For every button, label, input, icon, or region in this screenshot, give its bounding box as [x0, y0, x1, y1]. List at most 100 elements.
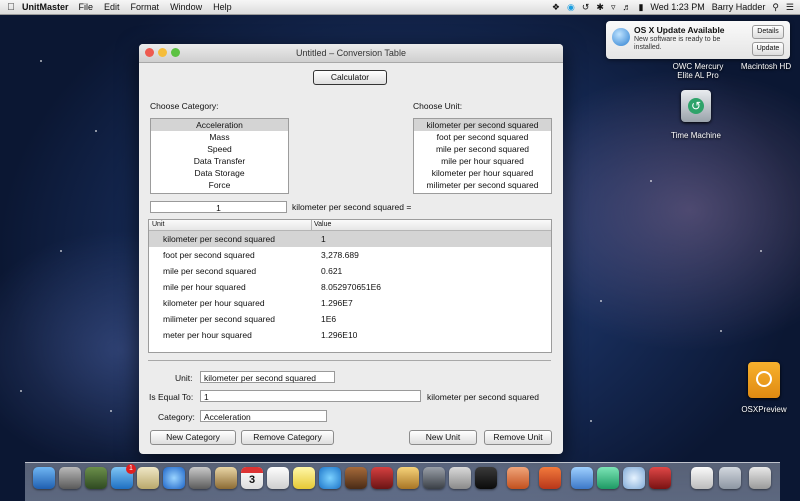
- category-item[interactable]: Mass: [151, 131, 288, 143]
- menu-clock[interactable]: Wed 1:23 PM: [650, 2, 704, 12]
- unit-item[interactable]: foot per second squared: [414, 131, 551, 143]
- mission-control-icon[interactable]: [85, 467, 107, 489]
- trash-icon[interactable]: [749, 467, 771, 489]
- photo-booth-icon[interactable]: [371, 467, 393, 489]
- contacts-icon[interactable]: [215, 467, 237, 489]
- column-header-value[interactable]: Value: [314, 221, 331, 228]
- system-preferences-icon[interactable]: [137, 467, 159, 489]
- menu-edit[interactable]: Edit: [104, 2, 120, 12]
- twitter-icon[interactable]: [623, 467, 645, 489]
- remove-unit-button[interactable]: Remove Unit: [484, 430, 552, 445]
- update-notification[interactable]: OS X Update Available New software is re…: [606, 21, 790, 59]
- menu-window[interactable]: Window: [170, 2, 202, 12]
- skype-icon[interactable]: ◉: [567, 2, 575, 13]
- terminal-icon[interactable]: [475, 467, 497, 489]
- minimize-button[interactable]: [158, 48, 167, 57]
- battery-icon[interactable]: ▮: [638, 2, 643, 13]
- maps-icon[interactable]: [597, 467, 619, 489]
- screen-sharing-icon[interactable]: [507, 467, 529, 489]
- table-row[interactable]: milimeter per second squared 1E6: [149, 311, 551, 327]
- apple-menu-icon[interactable]: : [0, 2, 22, 13]
- remove-category-button[interactable]: Remove Category: [241, 430, 334, 445]
- unit-item[interactable]: mile per second squared: [414, 143, 551, 155]
- menu-app-name[interactable]: UnitMaster: [22, 2, 69, 12]
- dropbox-icon[interactable]: ❖: [552, 2, 560, 13]
- safari-icon[interactable]: [163, 467, 185, 489]
- table-row[interactable]: mile per hour squared 8.052970651E6: [149, 279, 551, 295]
- window-title: Untitled – Conversion Table: [296, 48, 406, 58]
- close-button[interactable]: [145, 48, 154, 57]
- time-machine-icon[interactable]: ↺: [582, 2, 590, 13]
- calendar-icon[interactable]: 3: [241, 467, 263, 489]
- downloads-folder-icon[interactable]: [719, 467, 741, 489]
- preview-icon[interactable]: [449, 467, 471, 489]
- menu-bar:  UnitMaster File Edit Format Window Hel…: [0, 0, 800, 15]
- category-item[interactable]: Speed: [151, 143, 288, 155]
- unit-item[interactable]: kilometer per hour squared: [414, 167, 551, 179]
- spotlight-icon[interactable]: ⚲: [772, 2, 779, 13]
- category-item[interactable]: Data Storage: [151, 167, 288, 179]
- launchpad-icon[interactable]: [59, 467, 81, 489]
- bluetooth-icon[interactable]: ✱: [596, 2, 604, 13]
- unit-name-field[interactable]: kilometer per second squared: [200, 371, 335, 383]
- row-value: 3,278.689: [321, 250, 359, 260]
- desktop-icon-macintosh-hd-label[interactable]: Macintosh HD: [734, 62, 798, 71]
- new-category-button[interactable]: New Category: [150, 430, 236, 445]
- category-list[interactable]: Acceleration Mass Speed Data Transfer Da…: [150, 118, 289, 194]
- row-value: 0.621: [321, 266, 343, 276]
- input-value-field[interactable]: 1: [150, 201, 287, 213]
- utility-icon[interactable]: [423, 467, 445, 489]
- osxpreview-drive-icon[interactable]: [748, 362, 780, 398]
- messages-icon[interactable]: [571, 467, 593, 489]
- zoom-button[interactable]: [171, 48, 180, 57]
- unit-list[interactable]: kilometer per second squared foot per se…: [413, 118, 552, 194]
- pdf-document-icon[interactable]: [691, 467, 713, 489]
- table-row[interactable]: kilometer per second squared 1: [149, 231, 551, 247]
- reminders-icon[interactable]: [267, 467, 289, 489]
- unit-item[interactable]: milimeter per second squared: [414, 179, 551, 191]
- iphoto-icon[interactable]: [397, 467, 419, 489]
- app-store-dock-icon[interactable]: 1: [111, 464, 136, 489]
- facetime-icon[interactable]: [189, 467, 211, 489]
- menu-format[interactable]: Format: [131, 2, 160, 12]
- wifi-icon[interactable]: ▿: [611, 2, 616, 13]
- column-header-unit[interactable]: Unit: [152, 221, 164, 228]
- desktop-icon-time-machine-label[interactable]: Time Machine: [662, 131, 730, 140]
- desktop-icon-owc-label[interactable]: OWC Mercury Elite AL Pro: [668, 62, 728, 80]
- unit-item[interactable]: kilometer per second squared: [414, 119, 551, 131]
- notification-center-icon[interactable]: ☰: [786, 2, 794, 13]
- category-name-field[interactable]: Acceleration: [200, 410, 327, 422]
- category-item[interactable]: Data Transfer: [151, 155, 288, 167]
- equal-value-field[interactable]: 1: [200, 390, 421, 402]
- notes-icon[interactable]: [293, 467, 315, 489]
- calendar-day: 3: [248, 474, 256, 486]
- category-item[interactable]: Force: [151, 179, 288, 191]
- details-button[interactable]: Details: [752, 25, 784, 39]
- unit-item[interactable]: mile per hour squared: [414, 155, 551, 167]
- category-item[interactable]: Acceleration: [151, 119, 288, 131]
- menu-help[interactable]: Help: [213, 2, 232, 12]
- calculator-button[interactable]: Calculator: [313, 70, 387, 85]
- table-row[interactable]: mile per second squared 0.621: [149, 263, 551, 279]
- choose-unit-label: Choose Unit:: [413, 101, 463, 111]
- itunes-icon[interactable]: [319, 467, 341, 489]
- desktop-icon-osxpreview-label[interactable]: OSXPreview: [732, 405, 796, 414]
- app-store-badge: 1: [126, 464, 136, 474]
- keynote-icon[interactable]: [539, 467, 561, 489]
- window-titlebar[interactable]: Untitled – Conversion Table: [139, 44, 563, 63]
- finder-icon[interactable]: [33, 467, 55, 489]
- menu-file[interactable]: File: [79, 2, 94, 12]
- new-unit-button[interactable]: New Unit: [409, 430, 477, 445]
- volume-icon[interactable]: ♬: [622, 2, 631, 12]
- menu-user[interactable]: Barry Hadder: [712, 2, 766, 12]
- ibooks-icon[interactable]: [345, 467, 367, 489]
- time-machine-drive-icon[interactable]: ↺: [681, 90, 711, 122]
- table-row[interactable]: kilometer per hour squared 1.296E7: [149, 295, 551, 311]
- unitmaster-dock-icon[interactable]: [649, 467, 671, 489]
- update-button[interactable]: Update: [752, 42, 784, 56]
- conversion-table[interactable]: Unit Value kilometer per second squared 1…: [148, 219, 552, 353]
- table-row[interactable]: foot per second squared 3,278.689: [149, 247, 551, 263]
- conversion-window: Untitled – Conversion Table Calculator C…: [139, 44, 563, 454]
- usb-symbol-icon: [756, 371, 772, 387]
- table-row[interactable]: meter per hour squared 1.296E10: [149, 327, 551, 343]
